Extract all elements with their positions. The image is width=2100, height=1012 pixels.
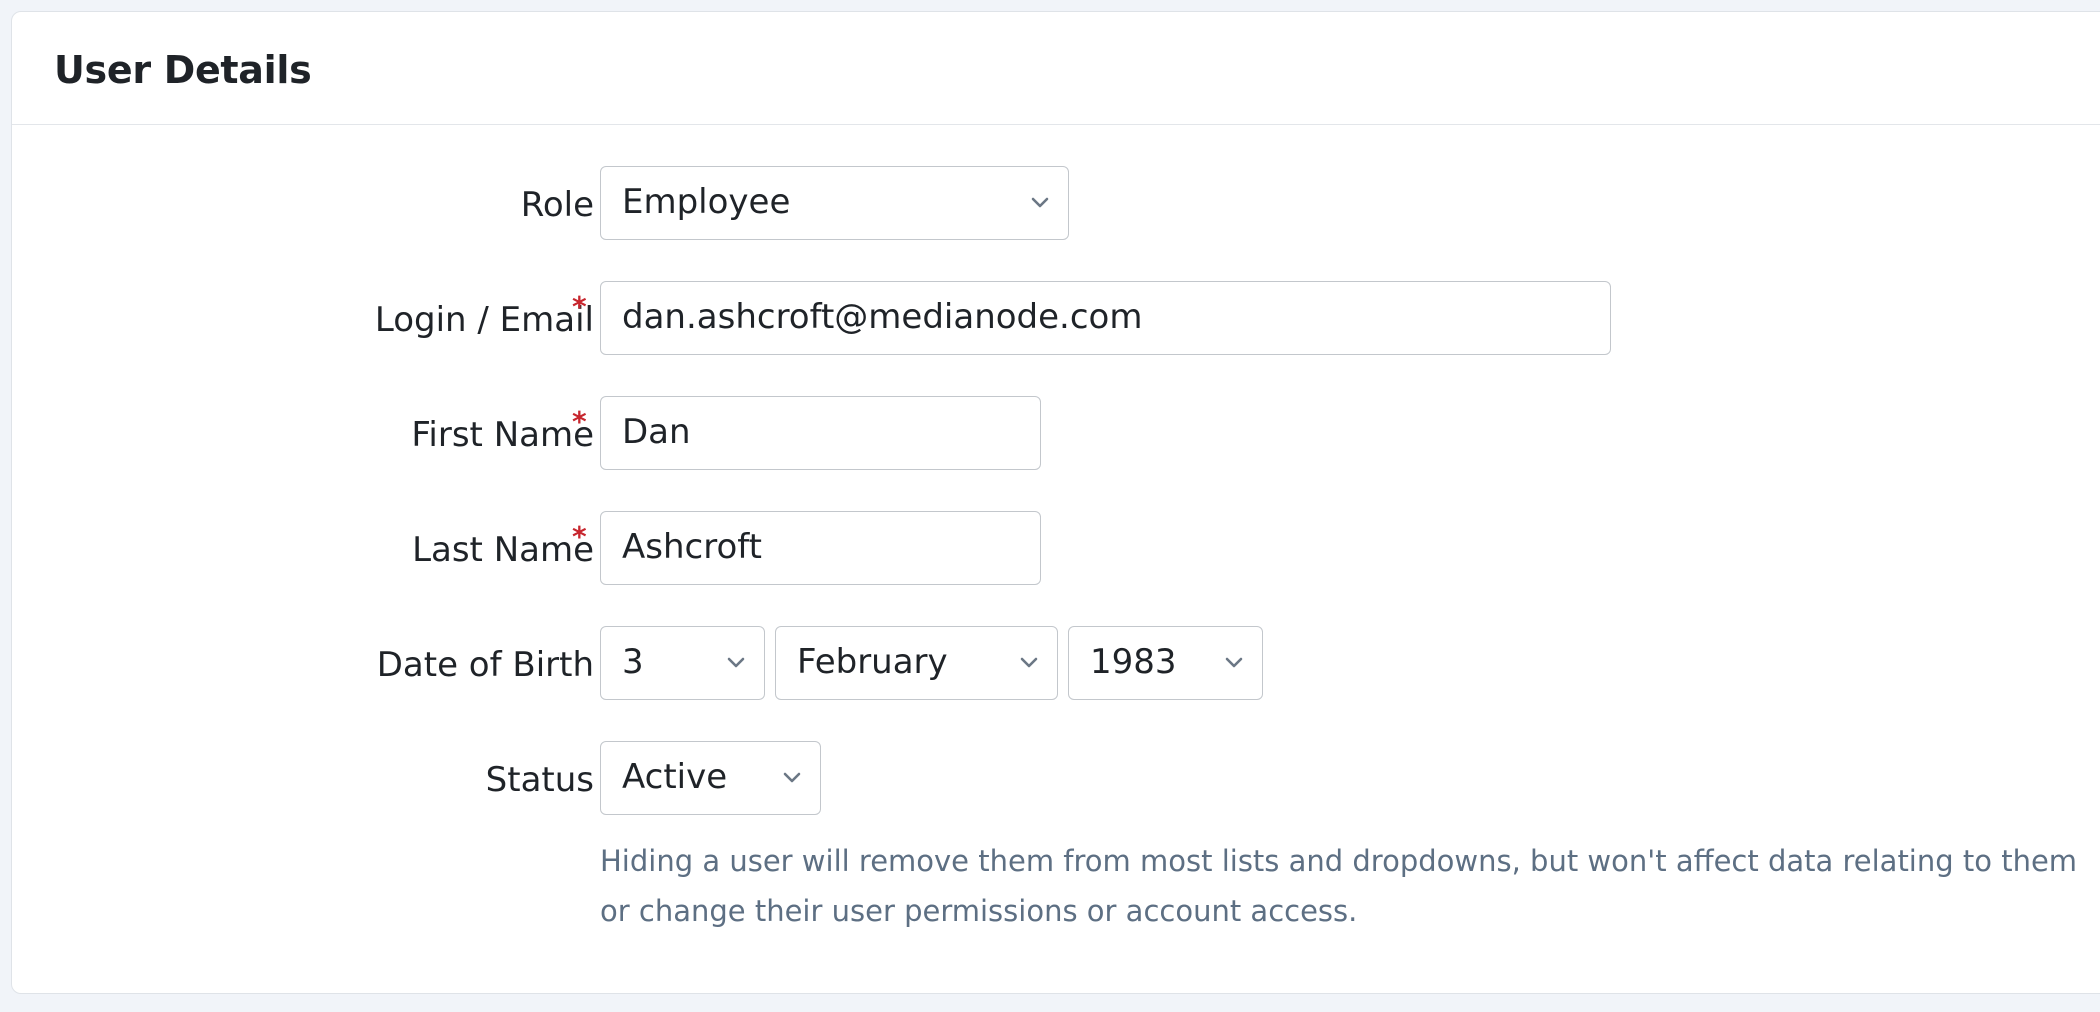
last-name-label: Last Name: [412, 530, 594, 570]
email-row: Login / Email * dan.ashcroft@medianode.c…: [12, 281, 2100, 357]
status-help-text: Hiding a user will remove them from most…: [600, 844, 2078, 928]
first-name-field-value: Dan: [622, 412, 691, 452]
chevron-down-icon: [1225, 657, 1243, 668]
chevron-down-icon: [1020, 657, 1038, 668]
email-label: Login / Email: [374, 300, 594, 340]
dob-year-select[interactable]: 1983: [1068, 626, 1263, 700]
dob-day-value: 3: [622, 642, 644, 682]
chevron-down-icon: [783, 772, 801, 783]
chevron-down-icon: [1031, 197, 1049, 208]
first-name-field[interactable]: Dan: [600, 396, 1041, 470]
last-name-row: Last Name * Ashcroft: [12, 511, 2100, 587]
email-field[interactable]: dan.ashcroft@medianode.com: [600, 281, 1611, 355]
status-label: Status: [485, 760, 594, 800]
dob-day-select[interactable]: 3: [600, 626, 765, 700]
role-row: Role Employee: [12, 166, 2100, 242]
role-select[interactable]: Employee: [600, 166, 1069, 240]
required-marker: *: [572, 290, 587, 323]
dob-month-value: February: [797, 642, 948, 682]
status-select-value: Active: [622, 757, 728, 797]
required-marker: *: [572, 520, 587, 553]
required-marker: *: [572, 405, 587, 438]
dob-row: Date of Birth 3 February 1983: [12, 626, 2100, 702]
last-name-field[interactable]: Ashcroft: [600, 511, 1041, 585]
first-name-row: First Name * Dan: [12, 396, 2100, 472]
dob-label: Date of Birth: [376, 645, 594, 685]
user-details-card: User Details Role Employee Login / Email…: [11, 11, 2100, 994]
status-select[interactable]: Active: [600, 741, 821, 815]
card-header: User Details: [12, 12, 2100, 125]
email-field-value: dan.ashcroft@medianode.com: [622, 297, 1143, 337]
card-title: User Details: [54, 48, 312, 92]
role-select-value: Employee: [622, 182, 791, 222]
status-row: Status Active: [12, 741, 2100, 817]
dob-month-select[interactable]: February: [775, 626, 1058, 700]
last-name-field-value: Ashcroft: [622, 527, 762, 567]
role-label: Role: [520, 185, 594, 225]
chevron-down-icon: [727, 657, 745, 668]
first-name-label: First Name: [411, 415, 594, 455]
dob-year-value: 1983: [1090, 642, 1177, 682]
